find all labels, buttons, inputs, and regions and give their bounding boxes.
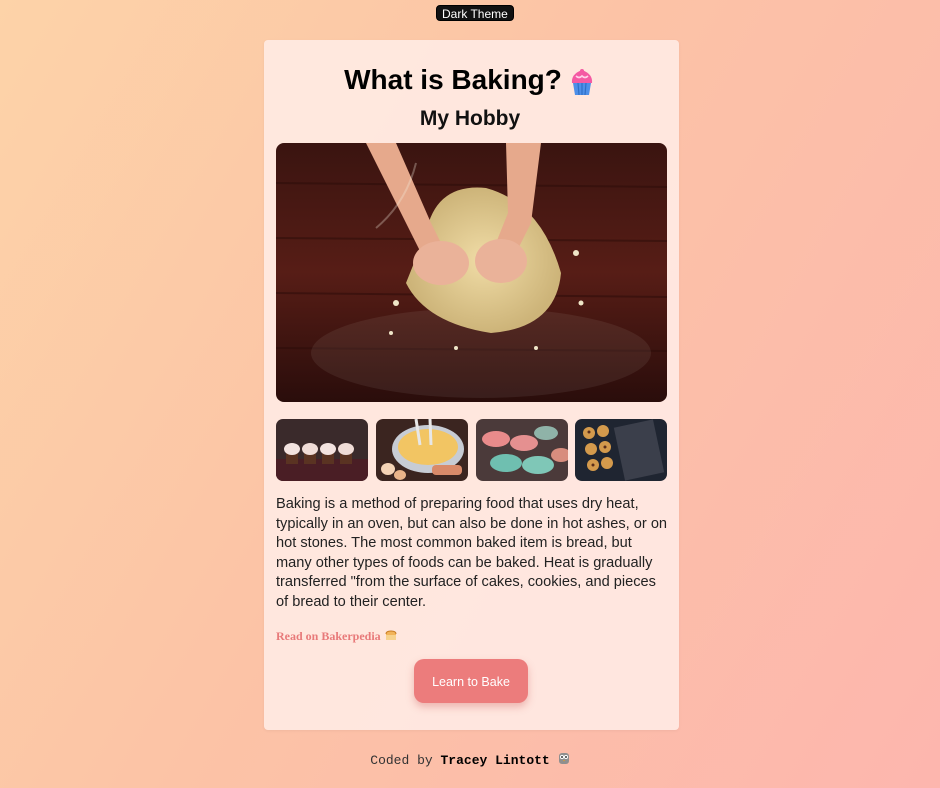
hero-image: [276, 143, 667, 402]
page-title-text: What is Baking?: [344, 64, 562, 95]
bakerpedia-link[interactable]: Read on Bakerpedia: [276, 628, 397, 644]
page-subtitle: My Hobby: [419, 107, 521, 130]
gallery-image-macarons[interactable]: [476, 419, 568, 481]
dark-theme-button[interactable]: Dark Theme: [436, 5, 514, 21]
bakerpedia-link-label: Read on Bakerpedia: [276, 629, 381, 643]
page-title: What is Baking?: [0, 61, 940, 99]
footer-author: Tracey Lintott: [440, 753, 550, 768]
footer-prefix: Coded by: [370, 753, 433, 768]
gallery-image-mixing-bowl[interactable]: [376, 419, 468, 481]
bread-icon: [385, 630, 397, 640]
cupcake-icon: [571, 68, 592, 95]
owl-icon: [558, 753, 569, 764]
gallery-image-cupcakes[interactable]: [276, 419, 368, 481]
description-text: Baking is a method of preparing food tha…: [276, 496, 668, 610]
gallery-image-muffin-tray[interactable]: [575, 419, 667, 481]
footer: Coded by Tracey Lintott: [0, 752, 940, 770]
learn-to-bake-button[interactable]: Learn to Bake: [414, 659, 528, 703]
